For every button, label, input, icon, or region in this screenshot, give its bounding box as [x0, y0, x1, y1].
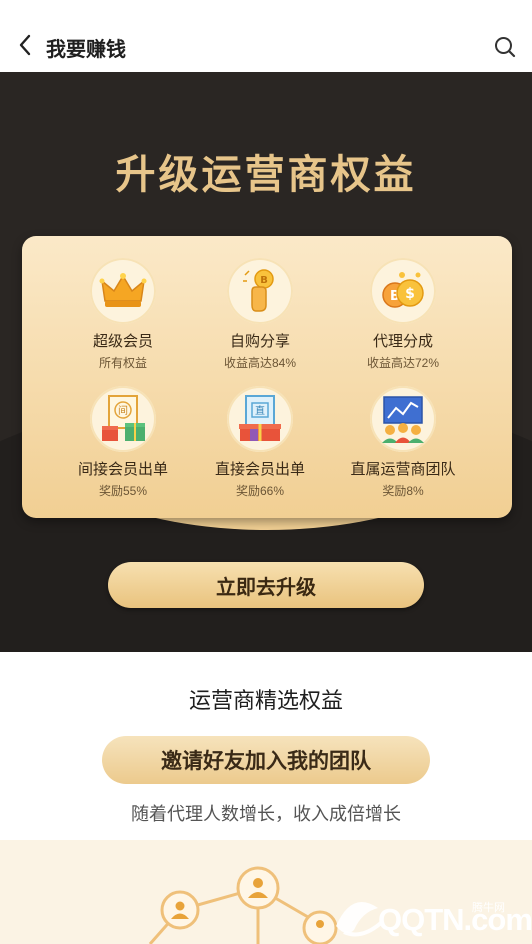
benefit-subtitle: 所有权益: [98, 356, 147, 370]
page-title: 我要赚钱: [46, 39, 126, 61]
direct-gift-icon: 直: [227, 386, 293, 452]
coin-hand-icon: B: [227, 258, 293, 324]
coins-icon: B $: [370, 258, 436, 324]
benefit-self-purchase[interactable]: B 自购分享 收益高达84%: [185, 258, 335, 371]
benefit-subtitle: 奖励55%: [98, 484, 148, 498]
invite-friends-pill: 邀请好友加入我的团队: [102, 736, 430, 784]
section-title: 运营商精选权益: [188, 688, 343, 713]
indirect-gift-icon: 间: [90, 386, 156, 452]
benefit-indirect-order[interactable]: 间 间接会员出单 奖励55%: [48, 386, 198, 499]
back-button[interactable]: [14, 34, 36, 56]
benefit-subtitle: 收益高达84%: [223, 356, 297, 370]
search-icon: [495, 37, 516, 58]
svg-text:$: $: [405, 286, 415, 302]
watermark-brand: QQTN.com: [378, 902, 532, 937]
svg-text:B: B: [260, 275, 268, 286]
indirect-char: 间: [118, 404, 128, 417]
chevron-left-icon: [19, 34, 31, 56]
team-chart-icon: [370, 386, 436, 452]
benefit-title: 间接会员出单: [77, 461, 168, 478]
direct-char: 直: [255, 404, 265, 417]
person-node-icon: [160, 890, 200, 930]
upgrade-now-button[interactable]: 立即去升级: [108, 562, 424, 608]
watermark-tag: 腾牛网: [472, 901, 505, 914]
benefit-subtitle: 奖励8%: [382, 484, 424, 498]
benefit-title: 代理分成: [372, 333, 433, 350]
benefit-agent-share[interactable]: B $ 代理分成 收益高达72%: [328, 258, 478, 371]
benefit-subtitle: 奖励66%: [235, 484, 285, 498]
hero-title: 升级运营商权益: [115, 153, 417, 197]
benefit-super-member[interactable]: 超级会员 所有权益: [48, 258, 198, 371]
search-button[interactable]: [492, 34, 518, 60]
benefit-direct-order[interactable]: 直 直接会员出单 奖励66%: [185, 386, 335, 499]
benefit-title: 直属运营商团队: [350, 461, 456, 478]
benefit-title: 自购分享: [229, 333, 290, 350]
benefit-operator-team[interactable]: 直属运营商团队 奖励8%: [328, 386, 478, 499]
benefits-card: 超级会员 所有权益 B 自购分享 收益高达84% B $ 代理分成 收益高达72: [22, 236, 512, 518]
crown-icon: [90, 258, 156, 324]
benefit-subtitle: 收益高达72%: [366, 356, 440, 370]
person-node-icon: [236, 866, 280, 910]
top-bar: 我要赚钱: [0, 0, 532, 72]
benefit-title: 直接会员出单: [214, 461, 305, 478]
benefit-title: 超级会员: [92, 333, 153, 350]
invite-description: 随着代理人数增长，收入成倍增长: [131, 804, 401, 824]
